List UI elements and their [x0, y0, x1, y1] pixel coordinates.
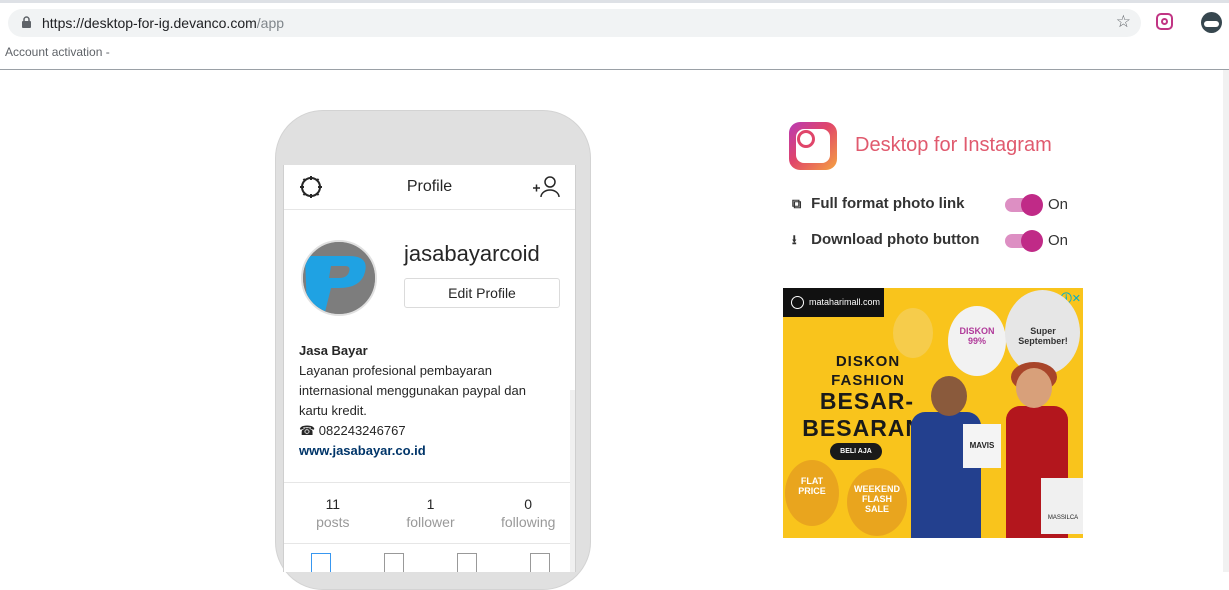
add-user-icon[interactable]: [532, 175, 560, 199]
toggle-state-label: On: [1048, 232, 1069, 249]
profile-view-tabs: [284, 545, 575, 572]
advertisement-banner[interactable]: mataharimall.com ⓘ✕ DISKON 99% Super Sep…: [783, 288, 1083, 538]
bio-line: internasional menggunakan paypal dan: [299, 383, 526, 398]
avatar[interactable]: [301, 240, 377, 316]
shopping-bag-label: MAVIS: [963, 424, 1001, 468]
bio-line: Layanan profesional pembayaran: [299, 363, 492, 378]
list-icon: [383, 553, 404, 572]
stat-label: posts: [316, 514, 350, 530]
saved-icon: [457, 553, 478, 572]
balloon-text: WEEKEND FLASH SALE: [853, 484, 900, 514]
bookmark-star-icon[interactable]: ☆: [1116, 12, 1131, 32]
stat-label: following: [500, 514, 556, 530]
option-download-button: ⭳ Download photo button: [792, 231, 979, 253]
extension-title: Desktop for Instagram: [855, 134, 1052, 156]
ad-brand-logo: mataharimall.com: [783, 288, 884, 317]
bookmark-account-activation[interactable]: Account activation -: [5, 45, 110, 59]
balloon: [893, 308, 933, 358]
profile-stats: 11 posts 1 follower 0 following: [284, 482, 575, 544]
website-link[interactable]: www.jasabayar.co.id: [299, 441, 564, 461]
page-scrollbar[interactable]: [1223, 70, 1229, 572]
external-link-icon: ⧉: [792, 196, 802, 211]
paypal-logo-icon: [303, 242, 375, 314]
ad-models-image: MAVIS MASSILCA: [911, 362, 1083, 538]
browser-toolbar: https://desktop-for-ig.devanco.com/app ☆: [0, 0, 1229, 40]
stat-value: 11: [325, 496, 341, 512]
stat-following[interactable]: 0 following: [479, 483, 575, 543]
grid-icon: [310, 553, 331, 572]
edit-profile-button[interactable]: Edit Profile: [404, 278, 560, 308]
camera-icon: [530, 553, 551, 572]
option-label: Download photo button: [811, 231, 980, 248]
stat-value: 1: [426, 496, 435, 512]
instagram-profile-screen: Profile jasabayarcoid Edit Profile Jasa …: [283, 165, 576, 572]
desktop-for-instagram-logo-icon: [789, 122, 837, 170]
profile-avatar-icon[interactable]: [1201, 12, 1222, 33]
tab-saved[interactable]: [431, 545, 504, 572]
tab-tagged[interactable]: [504, 545, 575, 572]
download-icon: ⭳: [792, 232, 797, 247]
toggle-state-label: On: [1048, 196, 1069, 213]
balloon-text: FLAT PRICE: [798, 476, 826, 496]
username: jasabayarcoid: [404, 241, 540, 266]
bookmark-bar: Account activation -: [0, 40, 1229, 70]
ad-headline: DISKON FASHION: [831, 353, 905, 389]
tab-list[interactable]: [357, 545, 430, 572]
option-full-format-link: ⧉ Full format photo link: [792, 195, 965, 212]
phone-number: ☎ 082243246767: [299, 423, 406, 438]
bio-line: kartu kredit.: [299, 403, 367, 418]
profile-header: Profile: [284, 165, 575, 210]
stat-label: follower: [406, 514, 455, 530]
option-label: Full format photo link: [811, 195, 965, 212]
stat-followers[interactable]: 1 follower: [382, 483, 480, 543]
full-format-link-toggle[interactable]: [1005, 194, 1043, 216]
download-button-toggle[interactable]: [1005, 230, 1043, 252]
address-bar[interactable]: https://desktop-for-ig.devanco.com/app ☆: [8, 9, 1141, 37]
instagram-extension-icon[interactable]: [1156, 13, 1173, 30]
lock-icon: [22, 16, 31, 28]
url-text: https://desktop-for-ig.devanco.com/app: [42, 15, 285, 31]
screen-scrollbar[interactable]: [570, 390, 575, 572]
stat-posts[interactable]: 11 posts: [284, 483, 382, 543]
shopping-bag-label: MASSILCA: [1041, 478, 1083, 534]
ad-cta-button[interactable]: BELI AJA: [830, 443, 882, 460]
balloon-text: Super September!: [1018, 326, 1068, 346]
profile-bio: Jasa Bayar Layanan profesional pembayara…: [299, 341, 564, 461]
stat-value: 0: [524, 496, 533, 512]
full-name: Jasa Bayar: [299, 343, 368, 358]
tab-grid[interactable]: [284, 545, 357, 572]
balloon-text: DISKON 99%: [959, 326, 995, 346]
